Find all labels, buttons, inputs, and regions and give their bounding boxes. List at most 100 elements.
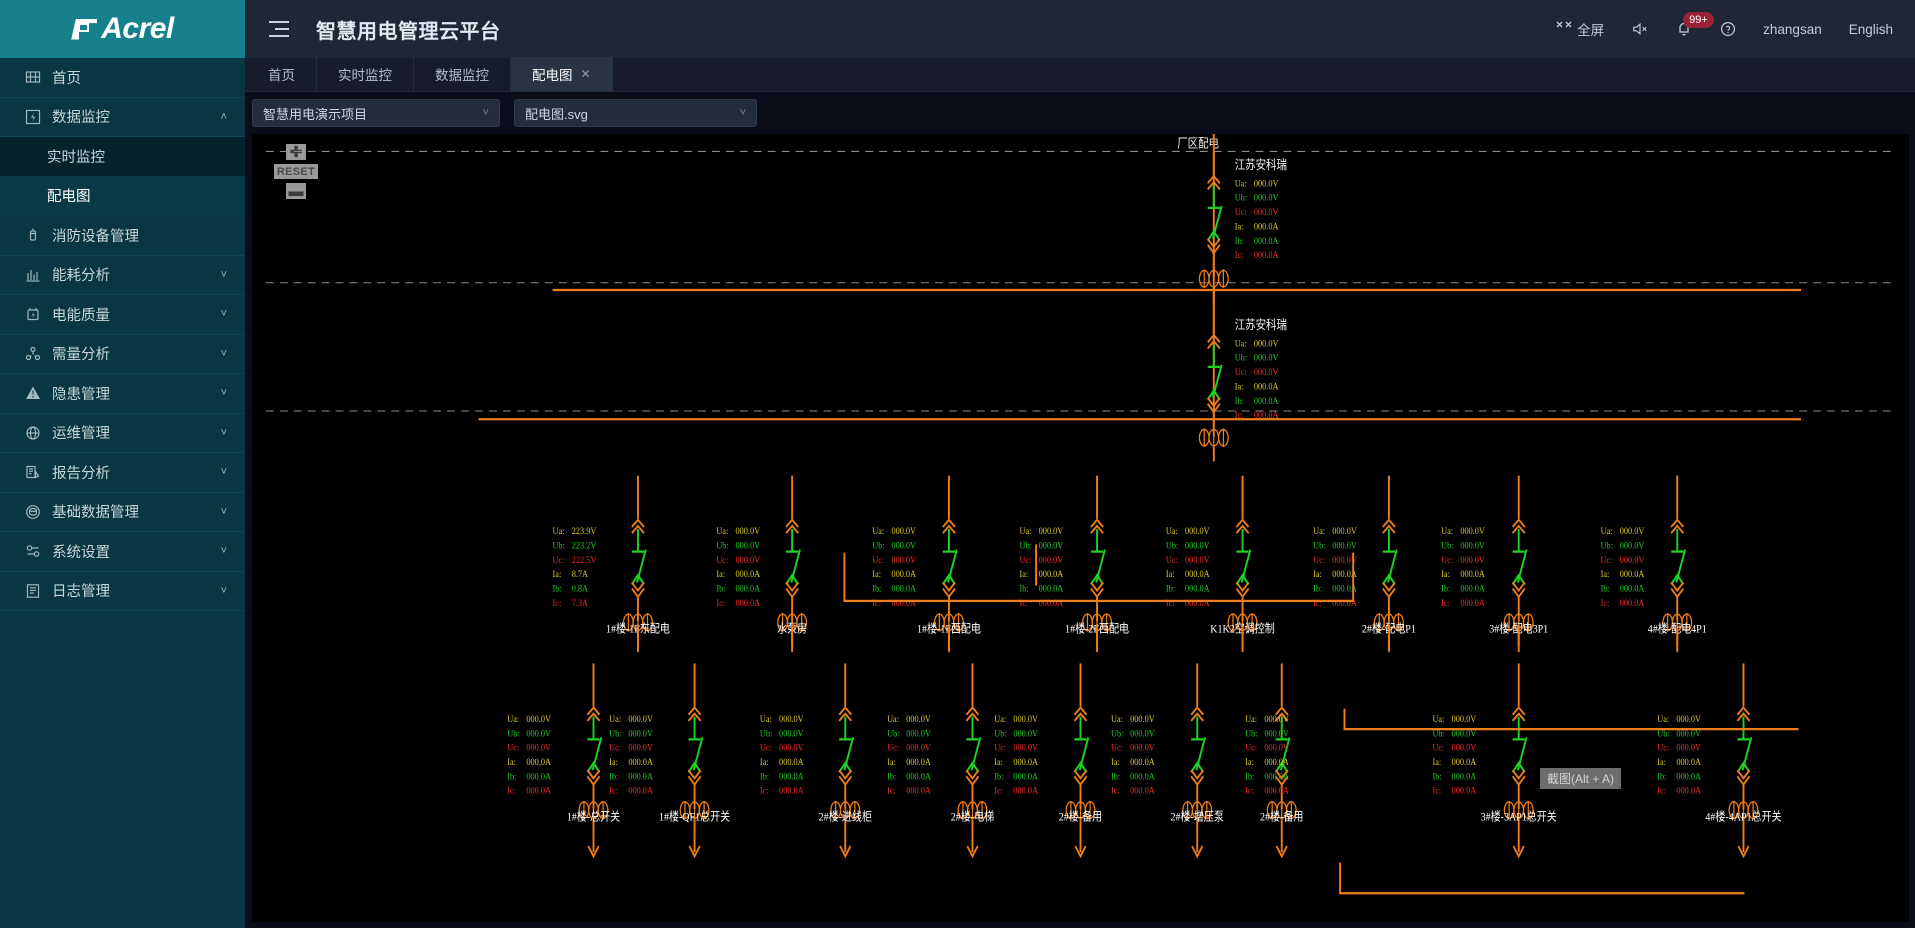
device-f5[interactable]: [1227, 475, 1258, 646]
sidebar-item-11[interactable]: 基础数据管理 ˅: [0, 493, 245, 532]
sidebar-item-9[interactable]: 运维管理 ˅: [0, 414, 245, 453]
device-g1[interactable]: [578, 663, 609, 834]
sidebar-item-label: 配电图: [47, 189, 91, 206]
sidebar-item-label: 系统设置: [52, 544, 110, 561]
device-g9[interactable]: [1728, 663, 1759, 834]
sidebar-nav: 首页 数据监控 ˄ 实时监控配电图消防设备管理 能耗分析 ˅ 电能质量 ˅ 需量分析 ˅ 隐患管理 ˅…: [0, 58, 245, 928]
svg-text:Ub:: Ub:: [1601, 540, 1613, 551]
svg-text:000.0V: 000.0V: [1013, 742, 1038, 753]
svg-text:Ua:: Ua:: [1245, 713, 1257, 724]
sidebar-item-6[interactable]: 电能质量 ˅: [0, 295, 245, 335]
device-g8[interactable]: [1503, 663, 1534, 834]
device-f4[interactable]: [1082, 475, 1113, 646]
sidebar-item-1[interactable]: 数据监控 ˄: [0, 97, 245, 137]
svg-text:Ic:: Ic:: [1601, 597, 1610, 608]
mute-button[interactable]: [1631, 21, 1648, 38]
sidebar-item-7[interactable]: 需量分析 ˅: [0, 335, 245, 374]
svg-text:Uc:: Uc:: [553, 554, 565, 565]
sidebar-item-4[interactable]: 消防设备管理: [0, 216, 245, 256]
fullscreen-button[interactable]: 全屏: [1555, 19, 1604, 39]
device-f8[interactable]: [1662, 475, 1693, 646]
user-menu[interactable]: zhangsan: [1763, 22, 1822, 37]
svg-text:Ib:: Ib:: [1441, 583, 1450, 594]
sidebar-item-2[interactable]: 实时监控: [0, 137, 245, 177]
svg-text:Ua:: Ua:: [760, 713, 772, 724]
svg-text:Ib:: Ib:: [994, 771, 1003, 782]
svg-text:Ua:: Ua:: [553, 526, 565, 537]
svg-text:000.0V: 000.0V: [1254, 178, 1279, 189]
link-11: [1339, 862, 1745, 895]
svg-text:Ib:: Ib:: [1657, 771, 1666, 782]
sidebar-item-label: 运维管理: [52, 426, 110, 443]
device-f1[interactable]: [622, 475, 653, 646]
measurements-g5: Ua: 000.0V Ub: 000.0V Uc: 000.0V Ia: 000.0A Ib: 0…: [994, 713, 1038, 796]
project-select[interactable]: 智慧用电演示项目 ˅: [252, 99, 500, 127]
svg-text:Ia:: Ia:: [1111, 756, 1120, 767]
measurements-g6: Ua: 000.0V Ub: 000.0V Uc: 000.0V Ia: 000.0A Ib: 0…: [1111, 713, 1155, 796]
device-f6[interactable]: [1373, 475, 1404, 646]
tab-label: 首页: [268, 68, 295, 83]
brand-name: Acrel: [101, 12, 174, 45]
warning-icon: [24, 385, 41, 402]
svg-text:Uc:: Uc:: [1245, 742, 1257, 753]
svg-text:Ic:: Ic:: [1441, 597, 1450, 608]
svg-text:000.0V: 000.0V: [1264, 742, 1289, 753]
tab-2[interactable]: 数据监控: [414, 57, 511, 91]
sidebar-item-0[interactable]: 首页: [0, 58, 245, 98]
svg-text:222.5V: 222.5V: [572, 554, 597, 565]
sidebar-collapse-icon[interactable]: [269, 21, 289, 37]
sidebar-item-12[interactable]: 系统设置 ˅: [0, 532, 245, 572]
tab-label: 实时监控: [338, 68, 392, 83]
device-g2[interactable]: [679, 663, 710, 834]
tab-1[interactable]: 实时监控: [317, 57, 414, 91]
svg-text:000.0V: 000.0V: [1254, 352, 1279, 363]
device-g6[interactable]: [1182, 663, 1213, 834]
svg-text:000.0A: 000.0A: [1676, 756, 1701, 767]
svg-text:Uc:: Uc:: [1432, 742, 1444, 753]
diagram-canvas[interactable]: ✚ RESET ▬ 厂区配电 Ua: 000.0V Ub: 000.0V Uc: 000.0…: [252, 134, 1909, 922]
device-f3[interactable]: [933, 475, 964, 646]
svg-text:000.0A: 000.0A: [1013, 771, 1038, 782]
bar-chart-icon: [24, 266, 41, 283]
language-switch[interactable]: English: [1849, 22, 1893, 37]
device-g5[interactable]: [1065, 663, 1096, 834]
device-g3[interactable]: [830, 663, 861, 834]
svg-text:Uc:: Uc:: [760, 742, 772, 753]
svg-text:000.0V: 000.0V: [1254, 338, 1279, 349]
svg-text:Ub:: Ub:: [887, 728, 899, 739]
header-actions: 全屏 99+ zhangsan English: [1555, 11, 1893, 39]
sidebar-item-13[interactable]: 日志管理 ˅: [0, 572, 245, 611]
svg-text:000.0A: 000.0A: [1254, 395, 1279, 406]
svg-text:000.0A: 000.0A: [1254, 235, 1279, 246]
tab-3[interactable]: 配电图 ✕: [511, 57, 613, 91]
sidebar-item-5[interactable]: 能耗分析 ˅: [0, 256, 245, 295]
svg-text:000.0A: 000.0A: [779, 785, 804, 796]
svg-text:000.0V: 000.0V: [1620, 554, 1645, 565]
svg-text:000.0V: 000.0V: [628, 742, 653, 753]
measurements-f7: Ua: 000.0V Ub: 000.0V Uc: 000.0V Ia: 000.0A Ib: 0…: [1441, 526, 1485, 609]
device-f7[interactable]: [1503, 475, 1534, 646]
diagram-file-select[interactable]: 配电图.svg ˅: [514, 99, 757, 127]
device-g4[interactable]: [957, 663, 988, 834]
notifications-button[interactable]: 99+: [1675, 11, 1714, 38]
svg-text:000.0V: 000.0V: [1452, 713, 1477, 724]
svg-text:Ia:: Ia:: [1235, 221, 1244, 232]
chevron-down-icon: ˅: [220, 268, 227, 281]
svg-text:000.0V: 000.0V: [1460, 554, 1485, 565]
svg-text:Ic:: Ic:: [609, 785, 618, 796]
sidebar-item-10[interactable]: 报告分析 ˅: [0, 453, 245, 493]
svg-text:Ua:: Ua:: [1313, 526, 1325, 537]
svg-text:000.0V: 000.0V: [1620, 540, 1645, 551]
tab-0[interactable]: 首页: [247, 57, 317, 91]
sidebar-item-label: 实时监控: [47, 149, 105, 166]
help-button[interactable]: [1719, 21, 1736, 38]
svg-text:000.0A: 000.0A: [1254, 221, 1279, 232]
sidebar-item-8[interactable]: 隐患管理 ˅: [0, 374, 245, 414]
sidebar: Acrel 首页 数据监控 ˄ 实时监控配电图消防设备管理 能耗分析 ˅ 电能质量 ˅ 需量分析…: [0, 0, 245, 928]
brand-logo[interactable]: Acrel: [0, 0, 245, 58]
svg-text:Ub:: Ub:: [507, 728, 519, 739]
sidebar-item-3[interactable]: 配电图: [0, 176, 245, 216]
close-icon[interactable]: ✕: [581, 67, 591, 81]
svg-text:Ia:: Ia:: [1601, 569, 1610, 580]
device-f2[interactable]: [777, 475, 808, 646]
